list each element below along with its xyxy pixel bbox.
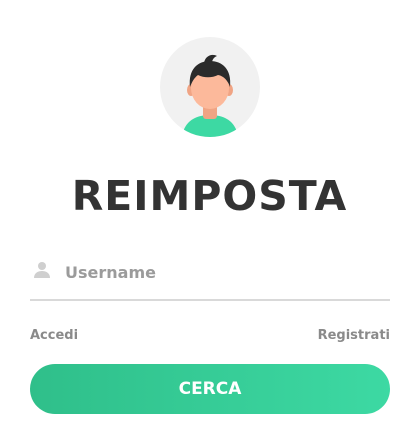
page-title: REIMPOSTA: [71, 172, 348, 220]
login-link[interactable]: Accedi: [30, 328, 78, 343]
username-field: [30, 253, 390, 301]
reset-password-page: REIMPOSTA Accedi Registrati CERCA: [0, 0, 419, 444]
register-link[interactable]: Registrati: [318, 328, 390, 343]
username-input[interactable]: [65, 257, 385, 287]
user-avatar-icon: [160, 37, 260, 137]
search-button[interactable]: CERCA: [30, 364, 390, 414]
user-icon: [33, 261, 51, 279]
